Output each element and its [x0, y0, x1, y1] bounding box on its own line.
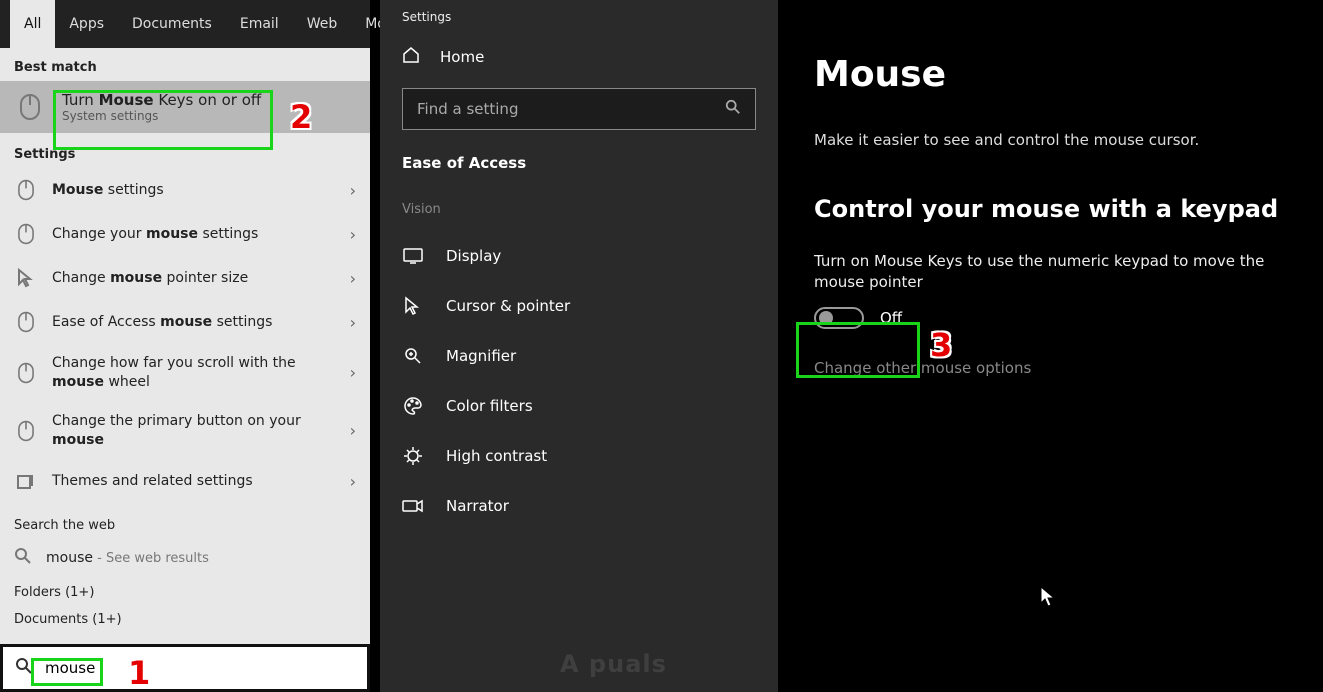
result-text: Change mouse pointer size — [52, 269, 336, 288]
mouse-icon — [14, 361, 38, 385]
web-result-item[interactable]: mouse - See web results — [0, 539, 370, 577]
search-icon — [15, 657, 33, 679]
documents-label[interactable]: Documents (1+) — [0, 604, 370, 631]
chevron-right-icon: › — [350, 363, 356, 382]
web-term: mouse — [46, 550, 93, 566]
nav-item-narrator[interactable]: Narrator — [380, 481, 778, 531]
best-match-item[interactable]: Turn Mouse Keys on or off System setting… — [0, 81, 370, 133]
search-tab-documents[interactable]: Documents — [118, 0, 226, 48]
result-text: Change your mouse settings — [52, 225, 336, 244]
settings-title: Settings — [380, 0, 778, 34]
nav-item-color-filters[interactable]: Color filters — [380, 381, 778, 431]
web-sub: - See web results — [93, 551, 209, 566]
callout-3: 3 — [930, 326, 952, 364]
result-item[interactable]: Change the primary button on your mouse › — [0, 402, 370, 460]
chevron-right-icon: › — [350, 225, 356, 244]
result-text: Themes and related settings — [52, 472, 336, 491]
mouse-icon — [14, 222, 38, 246]
chevron-right-icon: › — [350, 421, 356, 440]
search-tabs: All Apps Documents Email Web Mo — [0, 0, 370, 48]
nav-item-display[interactable]: Display — [380, 231, 778, 281]
page-subtitle: Make it easier to see and control the mo… — [814, 131, 1287, 149]
search-tab-email[interactable]: Email — [226, 0, 293, 48]
callout-1: 1 — [128, 654, 150, 692]
search-tab-all[interactable]: All — [10, 0, 55, 48]
magnifier-icon — [402, 345, 424, 367]
result-text: Ease of Access mouse settings — [52, 313, 336, 332]
watermark: A puals — [560, 650, 667, 678]
nav-label: Color filters — [446, 397, 533, 415]
result-text: Change how far you scroll with the mouse… — [52, 354, 336, 392]
pointer-icon — [14, 266, 38, 290]
themes-icon — [14, 470, 38, 494]
search-bar — [0, 644, 370, 692]
nav-item-cursor-pointer[interactable]: Cursor & pointer — [380, 281, 778, 331]
result-item[interactable]: Change how far you scroll with the mouse… — [0, 344, 370, 402]
home-icon — [402, 46, 420, 68]
result-item[interactable]: Change mouse pointer size › — [0, 256, 370, 300]
result-item[interactable]: Themes and related settings › — [0, 460, 370, 504]
nav-label: Magnifier — [446, 347, 516, 365]
toggle-state-label: Off — [880, 309, 902, 327]
nav-label: Display — [446, 247, 501, 265]
result-text: Mouse settings — [52, 181, 336, 200]
result-item[interactable]: Ease of Access mouse settings › — [0, 300, 370, 344]
search-icon — [14, 547, 32, 569]
nav-label: Cursor & pointer — [446, 297, 570, 315]
folders-label[interactable]: Folders (1+) — [0, 577, 370, 604]
mouse-icon — [14, 91, 46, 123]
mouse-keys-toggle-row: Off — [814, 307, 1287, 329]
settings-sidebar: Settings Home Find a setting Ease of Acc… — [380, 0, 778, 692]
search-input[interactable] — [45, 659, 355, 677]
nav-item-magnifier[interactable]: Magnifier — [380, 331, 778, 381]
result-text: Change the primary button on your mouse — [52, 412, 336, 450]
cursor-icon — [1040, 586, 1056, 613]
narrator-icon — [402, 495, 424, 517]
search-icon — [725, 99, 741, 119]
section-desc: Turn on Mouse Keys to use the numeric ke… — [814, 251, 1287, 293]
vision-group-label: Vision — [380, 198, 778, 231]
chevron-right-icon: › — [350, 472, 356, 491]
ease-of-access-title: Ease of Access — [380, 144, 778, 198]
page-title: Mouse — [814, 54, 1287, 95]
nav-label: High contrast — [446, 447, 547, 465]
chevron-right-icon: › — [350, 269, 356, 288]
best-match-header: Best match — [0, 48, 370, 81]
mouse-keys-toggle[interactable] — [814, 307, 864, 329]
web-section-label: Search the web — [0, 504, 370, 539]
find-setting-placeholder: Find a setting — [417, 100, 518, 118]
result-item[interactable]: Mouse settings › — [0, 168, 370, 212]
result-item[interactable]: Change your mouse settings › — [0, 212, 370, 256]
find-setting-input[interactable]: Find a setting — [402, 88, 756, 130]
home-label: Home — [440, 48, 484, 66]
section-heading: Control your mouse with a keypad — [814, 195, 1287, 223]
search-panel: All Apps Documents Email Web Mo Best mat… — [0, 0, 370, 692]
mouse-icon — [14, 310, 38, 334]
chevron-right-icon: › — [350, 313, 356, 332]
sidebar-home[interactable]: Home — [380, 34, 778, 84]
settings-section-label: Settings — [0, 133, 370, 168]
palette-icon — [402, 395, 424, 417]
mouse-icon — [14, 419, 38, 443]
contrast-icon — [402, 445, 424, 467]
cursor-icon — [402, 295, 424, 317]
chevron-right-icon: › — [350, 181, 356, 200]
nav-item-high-contrast[interactable]: High contrast — [380, 431, 778, 481]
mouse-icon — [14, 178, 38, 202]
callout-2: 2 — [290, 98, 312, 136]
search-tab-web[interactable]: Web — [293, 0, 352, 48]
other-mouse-options-link[interactable]: Change other mouse options — [814, 359, 1287, 377]
display-icon — [402, 245, 424, 267]
nav-label: Narrator — [446, 497, 509, 515]
search-tab-apps[interactable]: Apps — [55, 0, 118, 48]
